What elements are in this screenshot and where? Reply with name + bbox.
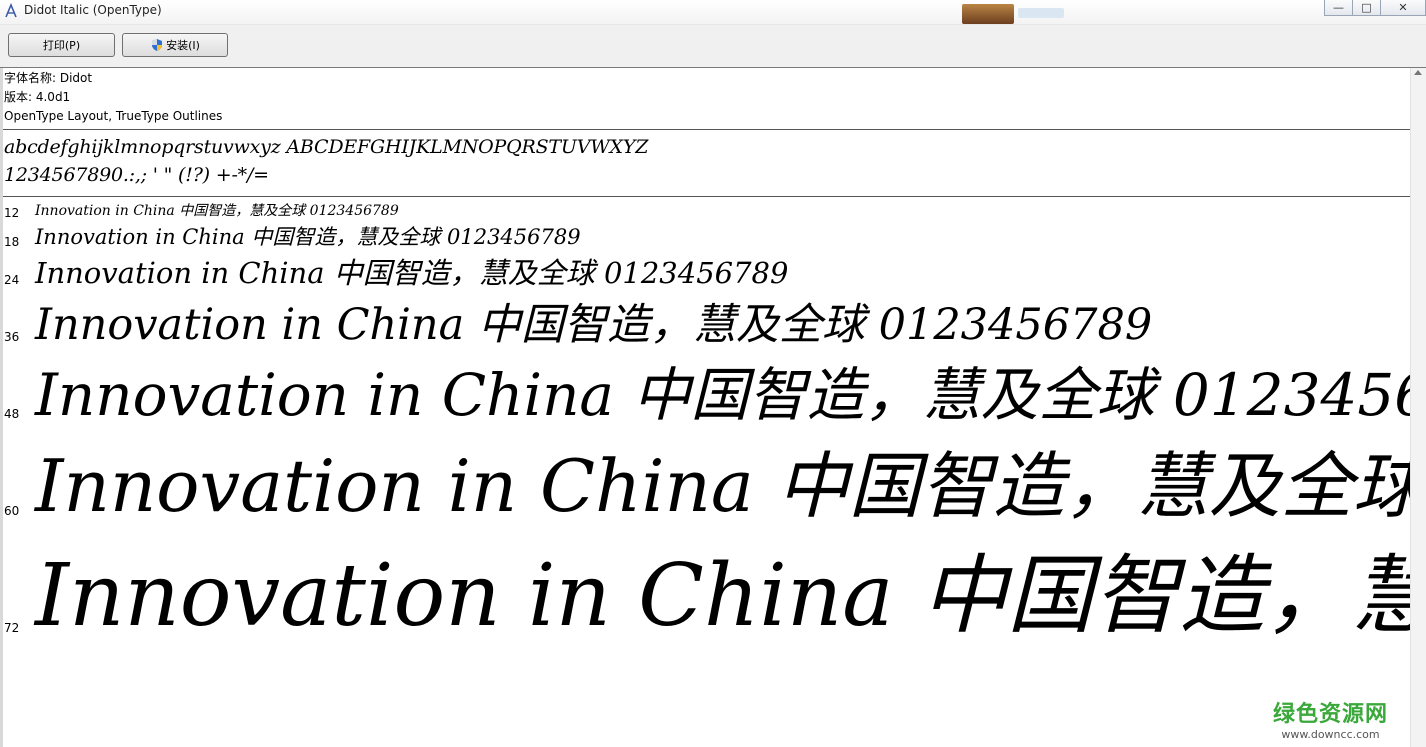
- taskbar-thumbnail-label: [1018, 8, 1064, 18]
- sample-line: Innovation in China 中国智造，慧及全球 0123456789: [35, 444, 1410, 528]
- size-label: 18: [4, 235, 20, 249]
- size-label: 24: [4, 273, 20, 287]
- close-button[interactable]: ✕: [1381, 0, 1426, 16]
- font-viewer-icon: [5, 3, 17, 18]
- divider: [3, 196, 1410, 197]
- site-watermark: 绿色资源网 www.downcc.com: [1273, 696, 1388, 741]
- toolbar: 打印(P) 安装(I): [0, 25, 1426, 68]
- sample-line: Innovation in China 中国智造，慧及全球 0123456789: [35, 225, 581, 249]
- font-type-line: OpenType Layout, TrueType Outlines: [4, 109, 223, 123]
- watermark-title: 绿色资源网: [1272, 702, 1388, 727]
- size-label: 12: [4, 206, 20, 220]
- sample-line: Innovation in China 中国智造，慧及全球 0123456789: [35, 203, 399, 219]
- alphabet-letters: abcdefghijklmnopqrstuvwxyz ABCDEFGHIJKLM…: [4, 136, 649, 158]
- maximize-button[interactable]: □: [1353, 0, 1381, 16]
- size-label: 72: [4, 621, 20, 635]
- title-bar: Didot Italic (OpenType) — □ ✕: [0, 0, 1426, 25]
- watermark-url: www.downcc.com: [1281, 728, 1380, 741]
- print-button[interactable]: 打印(P): [8, 33, 115, 57]
- font-version-line: 版本: 4.0d1: [4, 90, 71, 104]
- sample-line: Innovation in China 中国智造，慧及全球 0123456789: [35, 256, 789, 290]
- size-label: 36: [4, 330, 20, 344]
- vertical-scrollbar[interactable]: [1410, 68, 1426, 747]
- sample-line: Innovation in China 中国智造，慧及全球 0123456789: [35, 361, 1410, 429]
- font-name-line: 字体名称: Didot: [4, 71, 93, 85]
- font-preview-pane: 字体名称: Didot 版本: 4.0d1 OpenType Layout, T…: [0, 68, 1410, 747]
- divider: [3, 129, 1410, 130]
- sample-line: Innovation in China 中国智造，慧及全球 0123456789: [35, 546, 1410, 646]
- sample-line: Innovation in China 中国智造，慧及全球 0123456789: [35, 300, 1153, 350]
- window-title: Didot Italic (OpenType): [24, 3, 162, 17]
- window-controls: — □ ✕: [1324, 0, 1426, 16]
- scroll-up-arrow-icon[interactable]: [1414, 70, 1422, 75]
- size-label: 60: [4, 504, 20, 518]
- size-label: 48: [4, 407, 20, 421]
- taskbar-thumbnail-image: [962, 4, 1014, 24]
- alphabet-digits: 1234567890.:,; ' " (!?) +-*/=: [4, 164, 269, 186]
- uac-shield-icon: [152, 39, 163, 51]
- install-button-label: 安装(I): [166, 39, 200, 52]
- print-button-label: 打印(P): [42, 39, 81, 52]
- install-button[interactable]: 安装(I): [122, 33, 228, 57]
- minimize-button[interactable]: —: [1324, 0, 1353, 16]
